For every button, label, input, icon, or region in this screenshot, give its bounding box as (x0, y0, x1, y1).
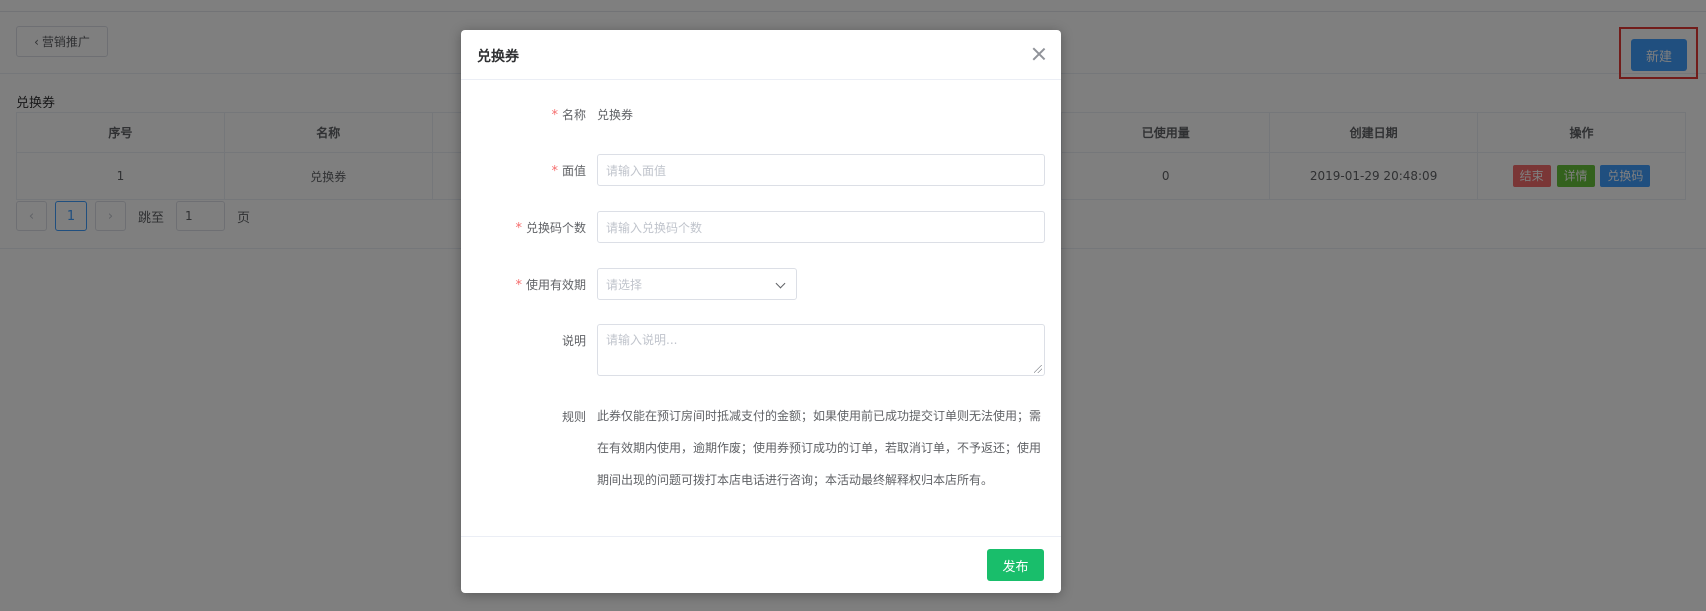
code-count-label: * 兑换码个数 (515, 221, 586, 236)
required-asterisk: * (551, 108, 558, 123)
description-placeholder: 请输入说明... (606, 333, 678, 347)
chevron-down-icon (775, 278, 786, 289)
description-label: 说明 (561, 334, 586, 348)
required-asterisk: * (515, 278, 522, 293)
required-asterisk: * (551, 164, 558, 179)
rules-label: 规则 (561, 410, 586, 424)
validity-select[interactable]: 请选择 (597, 268, 797, 300)
code-count-input[interactable]: 请输入兑换码个数 (597, 211, 1045, 243)
dialog-footer: 发布 (461, 536, 1061, 593)
close-icon[interactable] (1029, 44, 1049, 64)
form-row-description: 说明 请输入说明... (461, 324, 1061, 376)
dialog-header: 兑换券 (461, 30, 1061, 80)
rules-text: 此券仅能在预订房间时抵减支付的金额；如果使用前已成功提交订单则无法使用；需在有效… (597, 409, 1042, 487)
publish-button[interactable]: 发布 (987, 549, 1044, 581)
name-label: * 名称 (551, 108, 586, 123)
name-value: 兑换券 (597, 108, 634, 122)
description-textarea[interactable]: 请输入说明... (597, 324, 1045, 376)
dialog-title: 兑换券 (477, 49, 519, 65)
form-row-face-value: * 面值 请输入面值 (461, 154, 1061, 186)
form-row-code-count: * 兑换码个数 请输入兑换码个数 (461, 211, 1061, 243)
coupon-dialog: 兑换券 * 名称 兑换券 * 面值 请输入面值 * 兑换码个数 请输入兑换码个数 * 使… (461, 30, 1061, 593)
form-row-rules: 规则 此券仅能在预订房间时抵减支付的金额；如果使用前已成功提交订单则无法使用；需… (461, 400, 1061, 500)
required-asterisk: * (515, 221, 522, 236)
face-value-label: * 面值 (551, 164, 586, 179)
validity-label: * 使用有效期 (515, 278, 586, 293)
resize-handle-icon[interactable] (1034, 365, 1042, 373)
validity-select-placeholder: 请选择 (606, 277, 643, 292)
face-value-input[interactable]: 请输入面值 (597, 154, 1045, 186)
form-row-validity: * 使用有效期 请选择 (461, 268, 1061, 300)
form-row-name: * 名称 兑换券 (461, 104, 1061, 124)
